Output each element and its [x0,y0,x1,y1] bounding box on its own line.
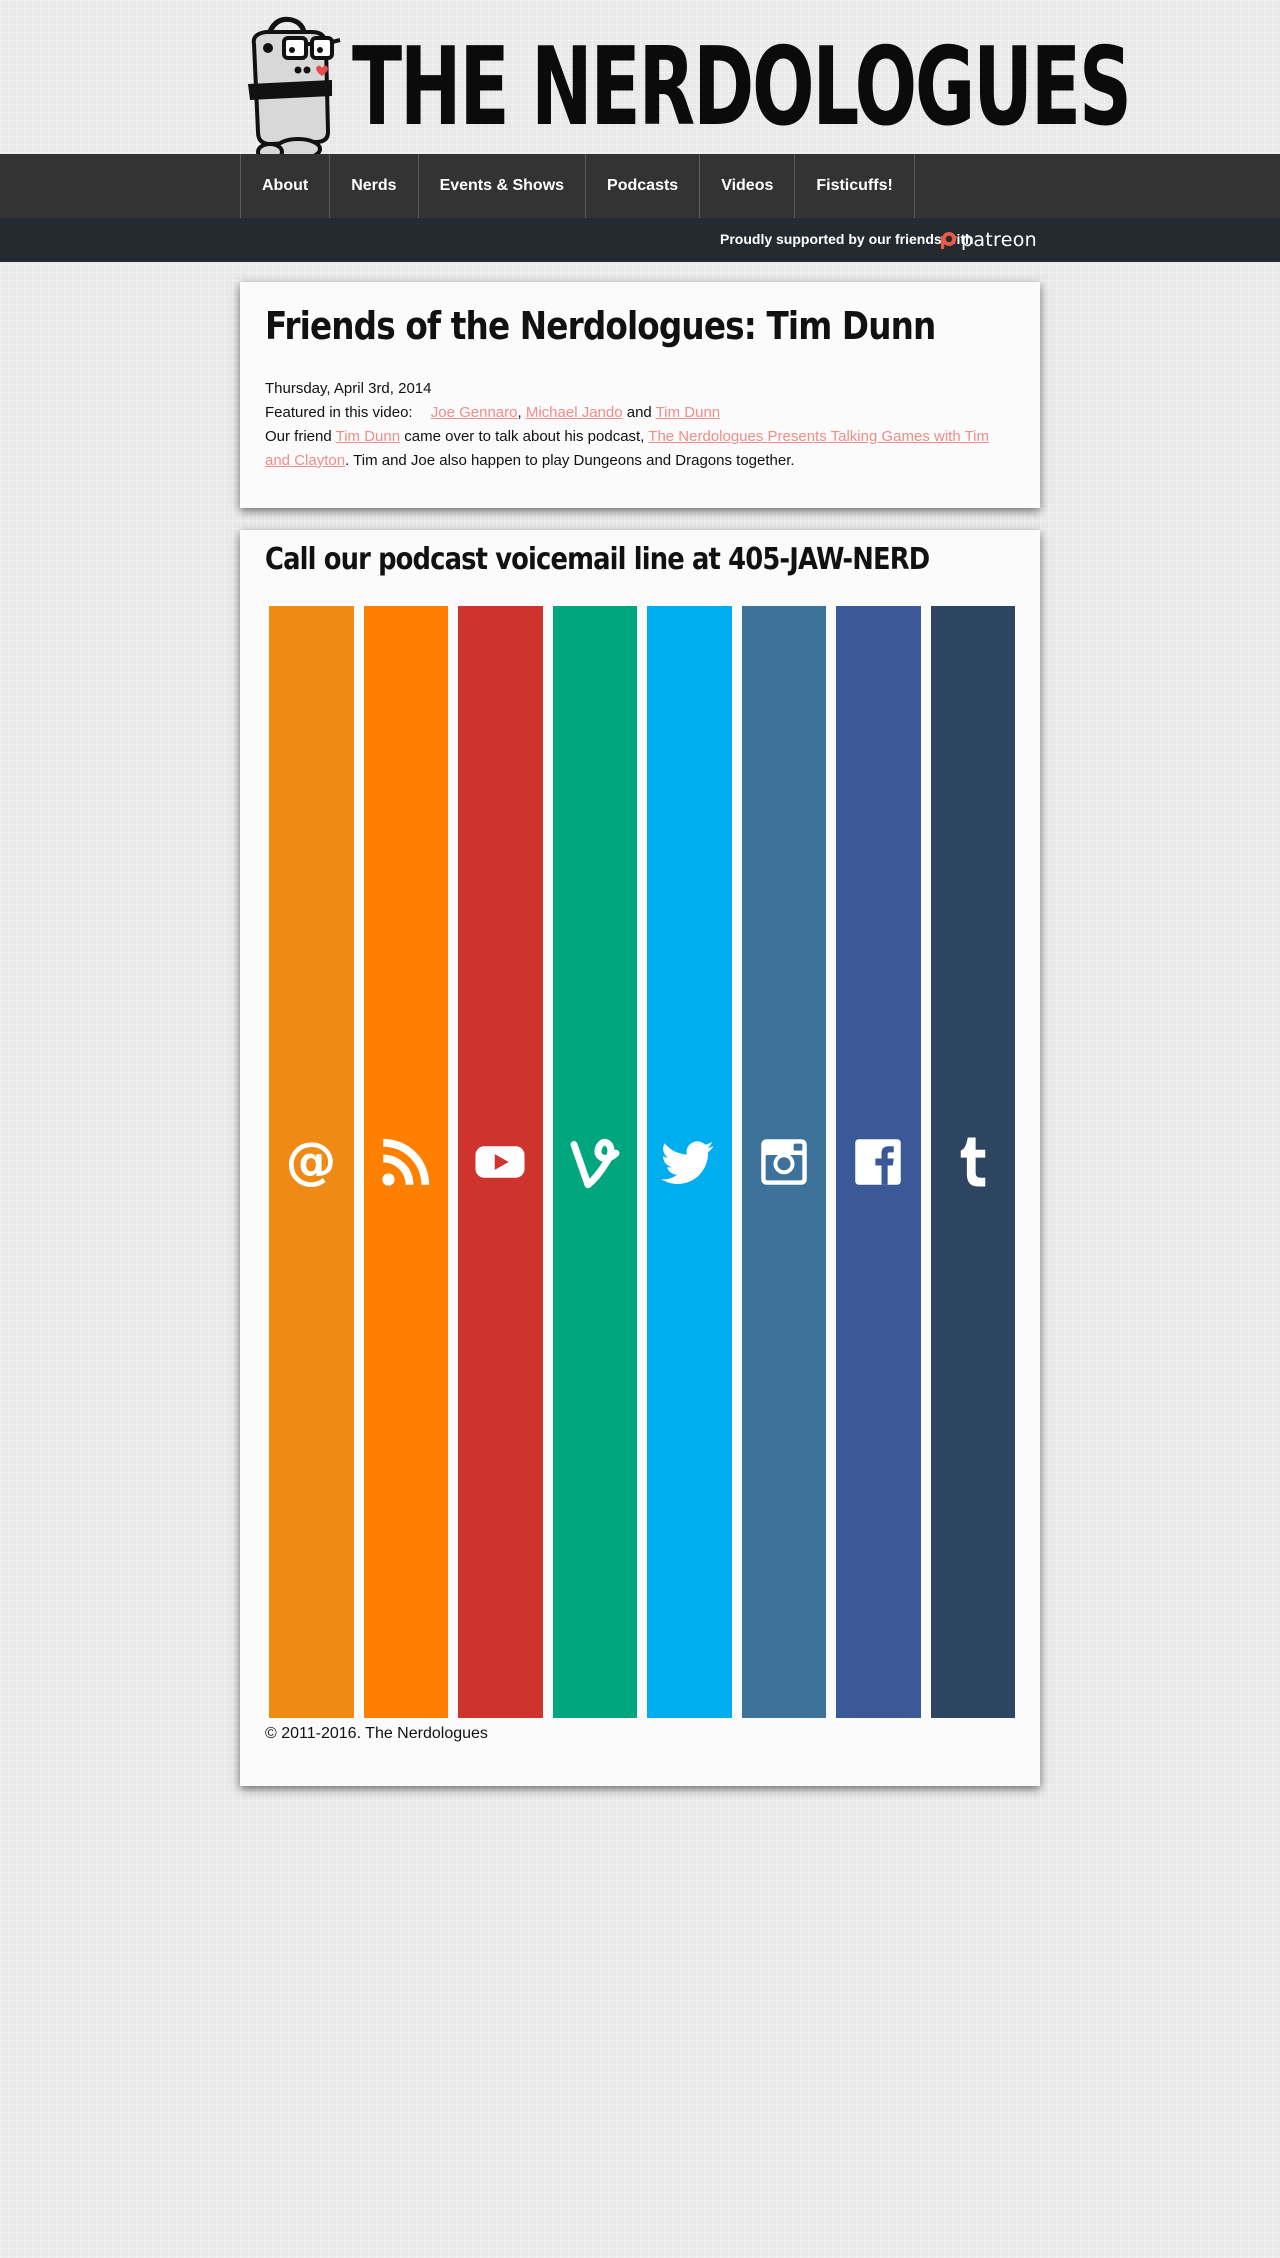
featured-link-michael-jando[interactable]: Michael Jando [526,404,623,421]
featured-separator-and: and [626,404,652,421]
rss-icon [382,1138,429,1186]
social-twitter-button[interactable] [647,606,732,1718]
nav-item-podcasts[interactable]: Podcasts [586,154,701,218]
voicemail-title: Call our podcast voicemail line at 405-J… [265,542,930,577]
patreon-label: patreon [961,229,1038,251]
svg-text:@: @ [286,1134,337,1190]
article-description: Our friend Tim Dunn came over to talk ab… [265,425,1015,473]
social-email-button[interactable]: @ [269,606,354,1718]
at-icon: @ [286,1134,337,1190]
social-youtube-button[interactable] [458,606,543,1718]
patreon-icon [941,232,956,249]
nav-item-videos[interactable]: Videos [700,154,796,218]
description-text: came over to talk about his podcast, [404,428,645,445]
article-body: Thursday, April 3rd, 2014 Featured in th… [265,377,1015,473]
featured-link-joe-gennaro[interactable]: Joe Gennaro [431,404,518,421]
facebook-icon [855,1139,901,1185]
social-vine-button[interactable] [552,606,637,1718]
support-text: Proudly supported by our friends with [720,231,974,247]
vine-icon [570,1138,620,1189]
article-card: Friends of the Nerdologues: Tim Dunn Thu… [240,282,1040,508]
footer-card: Call our podcast voicemail line at 405-J… [240,530,1040,1786]
social-instagram-button[interactable] [741,606,826,1718]
featured-separator: , [517,404,522,421]
instagram-icon [761,1139,807,1185]
article-title[interactable]: Friends of the Nerdologues: Tim Dunn [265,304,936,348]
youtube-icon [475,1146,525,1178]
description-text: . Tim and Joe also happen to play Dungeo… [345,452,795,469]
nav-item-about[interactable]: About [241,154,331,218]
support-bar: Proudly supported by our friends with pa… [0,218,1280,262]
social-rss-button[interactable] [363,606,448,1718]
site-header: THE NERDOLOGUES [240,14,1132,164]
social-facebook-button[interactable] [836,606,921,1718]
description-text: Our friend [265,428,332,445]
tumblr-icon [960,1137,985,1187]
nav-list: About Nerds Events & Shows Podcasts Vide… [240,154,915,218]
nerd-mascot-logo[interactable] [240,14,360,164]
nav-item-events-shows[interactable]: Events & Shows [419,154,587,218]
main-nav: About Nerds Events & Shows Podcasts Vide… [0,154,1280,218]
featured-line: Featured in this video: Joe Gennaro, Mic… [265,401,1015,425]
social-links: @ [269,606,1015,1718]
nav-item-nerds[interactable]: Nerds [330,154,419,218]
featured-label: Featured in this video: [265,404,413,421]
nav-item-fisticuffs[interactable]: Fisticuffs! [795,154,915,218]
social-tumblr-button[interactable] [930,606,1015,1718]
article-date: Thursday, April 3rd, 2014 [265,380,432,397]
description-link-tim-dunn[interactable]: Tim Dunn [336,428,400,445]
site-title[interactable]: THE NERDOLOGUES [352,34,1132,142]
featured-link-tim-dunn[interactable]: Tim Dunn [656,404,720,421]
copyright-text: © 2011-2016. The Nerdologues [265,1725,488,1742]
twitter-icon [661,1141,714,1184]
patreon-link[interactable]: patreon [938,228,1037,252]
